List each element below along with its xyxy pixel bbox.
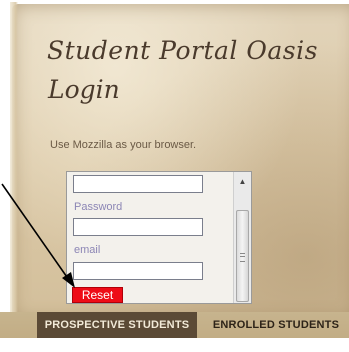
password-field[interactable]: [73, 218, 203, 236]
parchment-edge: [10, 2, 18, 320]
login-frame: Password email Reset ▲: [66, 171, 252, 304]
login-form: Password email Reset: [67, 172, 233, 303]
browser-hint: Use Mozzilla as your browser.: [50, 139, 197, 151]
email-label: email: [74, 244, 101, 256]
username-field[interactable]: [73, 175, 203, 193]
page-title: Student Portal Oasis: [47, 36, 318, 65]
scroll-grip-icon: [240, 253, 245, 262]
scroll-thumb[interactable]: [236, 210, 249, 302]
password-label: Password: [74, 201, 123, 213]
login-heading: Login: [48, 75, 120, 104]
tab-enrolled-students[interactable]: ENROLLED STUDENTS: [203, 312, 349, 338]
tab-prospective-students[interactable]: PROSPECTIVE STUDENTS: [37, 312, 197, 338]
frame-scrollbar[interactable]: ▲: [233, 172, 251, 303]
portal-page: Student Portal Oasis Login Use Mozzilla …: [0, 0, 349, 352]
scroll-up-arrow-icon[interactable]: ▲: [234, 176, 251, 188]
reset-button[interactable]: Reset: [72, 287, 123, 303]
nav-bottom-strip: [0, 338, 349, 352]
email-field[interactable]: [73, 262, 203, 280]
